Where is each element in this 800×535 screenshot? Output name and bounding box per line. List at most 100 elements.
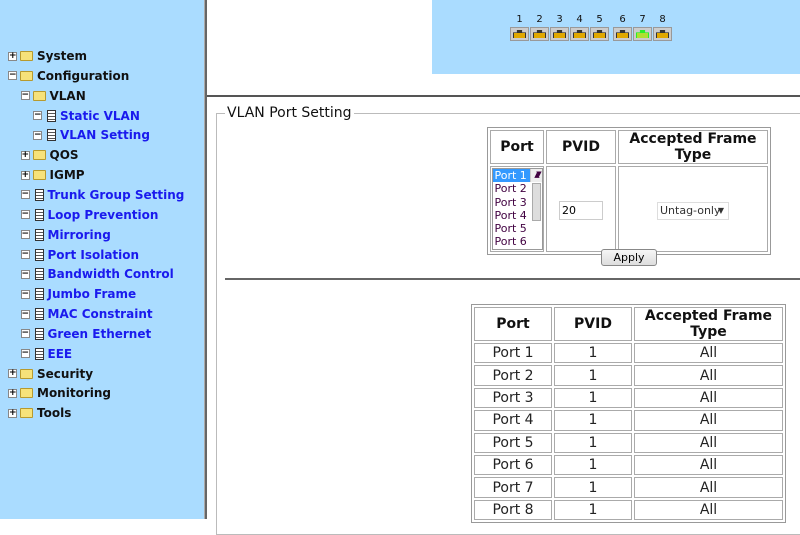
tree-item-vlan-setting[interactable]: − VLAN Setting — [33, 126, 150, 144]
document-icon — [34, 188, 44, 201]
tree-item-label: MAC Constraint — [47, 307, 153, 322]
tree-item-igmp[interactable]: + IGMP — [20, 166, 85, 184]
tree-item-system[interactable]: + System — [8, 47, 87, 65]
header-frame-type: Accepted Frame Type — [634, 307, 783, 341]
collapse-icon[interactable]: − — [20, 289, 30, 299]
tree-item-label: Jumbo Frame — [47, 287, 137, 302]
collapse-icon[interactable]: − — [20, 91, 30, 101]
port-listbox[interactable]: Port 1 Port 2 Port 3 Port 4 Port 5 Port 6 ▲ ▼ — [491, 168, 543, 250]
cell-frame-type: All — [634, 365, 783, 386]
collapse-icon[interactable]: − — [20, 269, 30, 279]
port-2[interactable]: 2 — [530, 14, 549, 41]
tree-item-label: Loop Prevention — [47, 207, 159, 222]
divider — [207, 95, 800, 97]
expand-icon[interactable]: + — [8, 51, 17, 61]
divider — [225, 278, 800, 280]
collapse-icon[interactable]: − — [20, 309, 30, 319]
port-5[interactable]: 5 — [590, 14, 609, 41]
tree-item-label: Static VLAN — [60, 108, 140, 123]
tree-item-label: Trunk Group Setting — [47, 187, 185, 202]
document-icon — [34, 248, 44, 261]
port-number: 2 — [536, 14, 543, 25]
tree-item-static-vlan[interactable]: − Static VLAN — [33, 107, 140, 125]
collapse-icon[interactable]: − — [33, 111, 42, 121]
port-option[interactable]: Port 5 — [493, 222, 542, 235]
table-row: Port 8 1 All — [474, 499, 783, 521]
cell-frame-type: All — [634, 343, 783, 364]
tree-item-label: Security — [37, 366, 94, 381]
port-number: 3 — [556, 14, 563, 25]
apply-button[interactable]: Apply — [601, 249, 657, 266]
port-option[interactable]: Port 6 — [493, 235, 542, 248]
pvid-input[interactable] — [559, 200, 603, 220]
tree-item-configuration[interactable]: − Configuration — [8, 67, 129, 85]
port-number: 5 — [596, 14, 603, 25]
tree-item-green-ethernet[interactable]: − Green Ethernet — [20, 325, 151, 343]
tree-item-security[interactable]: + Security — [8, 365, 93, 383]
expand-icon[interactable]: + — [8, 369, 17, 379]
cell-port: Port 5 — [474, 432, 552, 453]
port-4[interactable]: 4 — [570, 14, 589, 41]
port-status-panel: 1 2 3 4 5 6 7 8 — [432, 0, 800, 74]
frame-type-select[interactable]: Untag-only ▼ — [657, 201, 729, 220]
tree-item-eee[interactable]: − EEE — [20, 345, 72, 363]
tree-item-vlan[interactable]: − VLAN — [20, 87, 86, 105]
port-number: 6 — [619, 14, 626, 25]
port-7[interactable]: 7 — [633, 14, 652, 41]
document-icon — [34, 288, 44, 301]
tree-item-loop-prevention[interactable]: − Loop Prevention — [20, 206, 159, 224]
tree-item-label: Monitoring — [37, 386, 111, 401]
ethernet-port-icon — [590, 27, 609, 41]
port-8[interactable]: 8 — [653, 14, 672, 41]
tree-item-port-isolation[interactable]: − Port Isolation — [20, 246, 139, 264]
folder-open-icon — [32, 90, 46, 101]
cell-port: Port 2 — [474, 365, 552, 386]
tree-item-mirroring[interactable]: − Mirroring — [20, 226, 111, 244]
collapse-icon[interactable]: − — [20, 190, 30, 200]
frame-divider[interactable] — [204, 0, 207, 519]
folder-icon — [20, 51, 33, 61]
tree-item-tools[interactable]: + Tools — [8, 404, 71, 422]
tree-item-label: Tools — [37, 406, 72, 421]
cell-frame-type: All — [634, 387, 783, 409]
expand-icon[interactable]: + — [20, 150, 30, 160]
fieldset-legend: VLAN Port Setting — [227, 105, 352, 121]
tree-item-qos[interactable]: + QOS — [20, 146, 79, 164]
collapse-icon[interactable]: − — [20, 210, 30, 220]
port-1[interactable]: 1 — [510, 14, 529, 41]
collapse-icon[interactable]: − — [33, 130, 42, 140]
cell-pvid: 1 — [554, 410, 632, 431]
port-3[interactable]: 3 — [550, 14, 569, 41]
cell-pvid: 1 — [554, 454, 632, 476]
collapse-icon[interactable]: − — [8, 71, 17, 81]
cell-pvid: 1 — [554, 432, 632, 453]
tree-item-mac-constraint[interactable]: − MAC Constraint — [20, 305, 153, 323]
tree-item-bandwidth-control[interactable]: − Bandwidth Control — [20, 265, 174, 283]
cell-port: Port 1 — [474, 343, 552, 364]
table-row: Port 5 1 All — [474, 432, 783, 453]
folder-open-icon — [20, 70, 33, 81]
expand-icon[interactable]: + — [8, 388, 17, 398]
ethernet-port-icon — [653, 27, 672, 41]
listbox-scrollbar[interactable]: ▲ ▼ — [529, 169, 542, 221]
cell-pvid: 1 — [554, 499, 632, 521]
port-option[interactable]: Port 1 — [492, 169, 530, 183]
cell-port: Port 4 — [474, 410, 552, 431]
folder-icon — [20, 388, 33, 399]
collapse-icon[interactable]: − — [20, 349, 30, 359]
expand-icon[interactable]: + — [8, 408, 17, 418]
ethernet-port-icon — [550, 27, 569, 41]
collapse-icon[interactable]: − — [20, 250, 30, 259]
folder-icon — [32, 170, 46, 181]
tree-item-label: QOS — [49, 148, 79, 163]
expand-icon[interactable]: + — [20, 170, 30, 180]
collapse-icon[interactable]: − — [20, 230, 30, 240]
cell-port: Port 6 — [474, 454, 552, 476]
tree-item-jumbo-frame[interactable]: − Jumbo Frame — [20, 285, 137, 303]
folder-icon — [20, 368, 33, 379]
document-icon — [34, 308, 44, 321]
collapse-icon[interactable]: − — [20, 329, 30, 339]
port-6[interactable]: 6 — [613, 14, 632, 41]
tree-item-monitoring[interactable]: + Monitoring — [8, 384, 111, 402]
tree-item-trunk-group-setting[interactable]: − Trunk Group Setting — [20, 186, 185, 204]
